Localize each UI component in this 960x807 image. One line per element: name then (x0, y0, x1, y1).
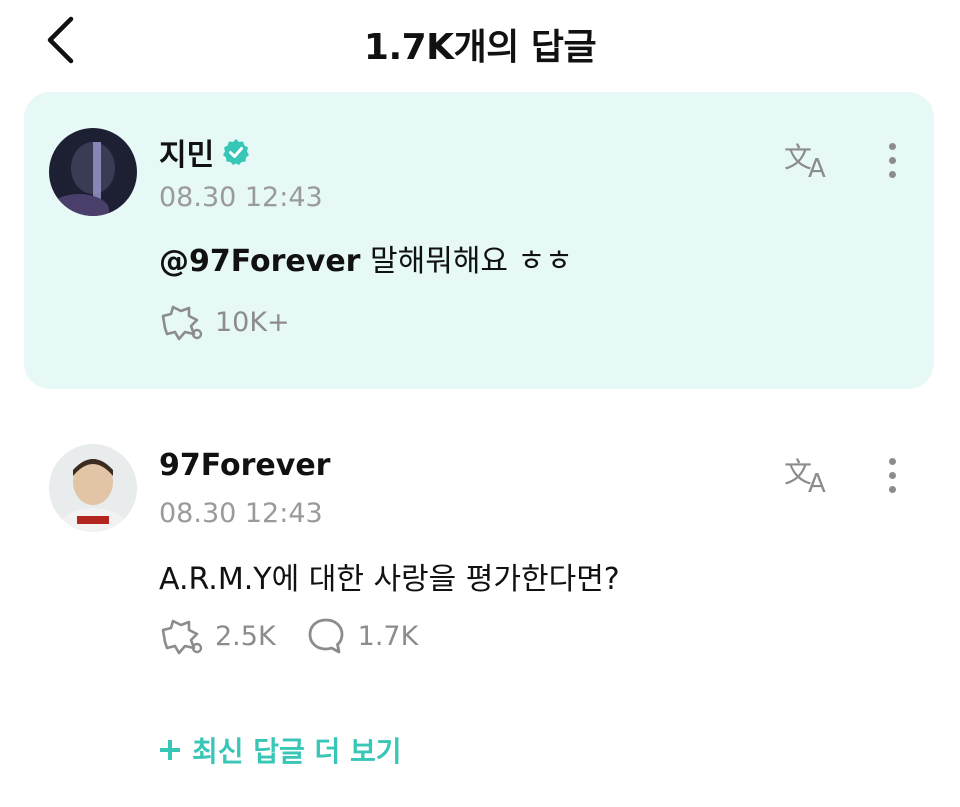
dot (888, 457, 896, 465)
author-name: 97Forever (159, 448, 331, 483)
author-name: 지민 (159, 138, 215, 173)
comment-time: 08.30 12:43 (159, 498, 323, 529)
load-more-replies-button[interactable]: 최신 답글 더 보기 (158, 730, 402, 770)
more-options-button[interactable] (876, 452, 908, 498)
speech-bubble-icon (308, 618, 344, 654)
page-title: 1.7K개의 답글 (363, 27, 597, 68)
dot (888, 156, 896, 164)
like-count: 10K+ (215, 306, 290, 338)
like-button[interactable]: 10K+ (159, 302, 290, 342)
comment-author: 97Forever (159, 448, 330, 483)
avatar[interactable] (49, 444, 137, 532)
dot (888, 142, 896, 150)
plus-icon (160, 740, 180, 760)
like-button[interactable]: 2.5K (159, 616, 276, 656)
dot (888, 485, 896, 493)
load-more-label: 최신 답글 더 보기 (192, 735, 402, 768)
comment-text: @97Forever 말해뭐해요 ㅎㅎ (159, 236, 573, 280)
svg-text:A: A (808, 154, 826, 183)
translate-button[interactable]: 文 A (782, 452, 838, 499)
comment-card-highlighted: 지민 08.30 12:43 @97Forever 말해뭐해요 ㅎㅎ 10K+ … (24, 92, 934, 389)
cheer-icon (161, 619, 203, 655)
translate-button[interactable]: 文 A (782, 137, 838, 184)
more-options-button[interactable] (876, 137, 908, 183)
svg-text:A: A (808, 469, 826, 498)
verified-badge-icon (223, 139, 250, 165)
comment-author: 지민 (159, 130, 250, 174)
avatar[interactable] (49, 128, 137, 216)
comment-body: 말해뭐해요 ㅎㅎ (360, 244, 573, 279)
comment-stats: 2.5K 1.7K (159, 616, 448, 656)
cheer-icon (161, 305, 203, 341)
comment-time: 08.30 12:43 (159, 182, 323, 213)
like-count: 2.5K (215, 620, 276, 652)
mention-link[interactable]: @97Forever (159, 244, 360, 279)
comment-text: A.R.M.Y에 대한 사랑을 평가한다면? (159, 562, 620, 597)
top-bar: 1.7K개의 답글 (0, 0, 960, 80)
translate-icon: 文 A (784, 456, 826, 499)
reply-count: 1.7K (357, 620, 419, 652)
reply-button[interactable]: 1.7K (306, 616, 419, 656)
comment-stats: 10K+ (159, 302, 320, 342)
translate-icon: 文 A (784, 141, 826, 184)
dot (888, 170, 896, 178)
comment-card: 97Forever 08.30 12:43 A.R.M.Y에 대한 사랑을 평가… (24, 420, 934, 670)
dot (888, 471, 896, 479)
